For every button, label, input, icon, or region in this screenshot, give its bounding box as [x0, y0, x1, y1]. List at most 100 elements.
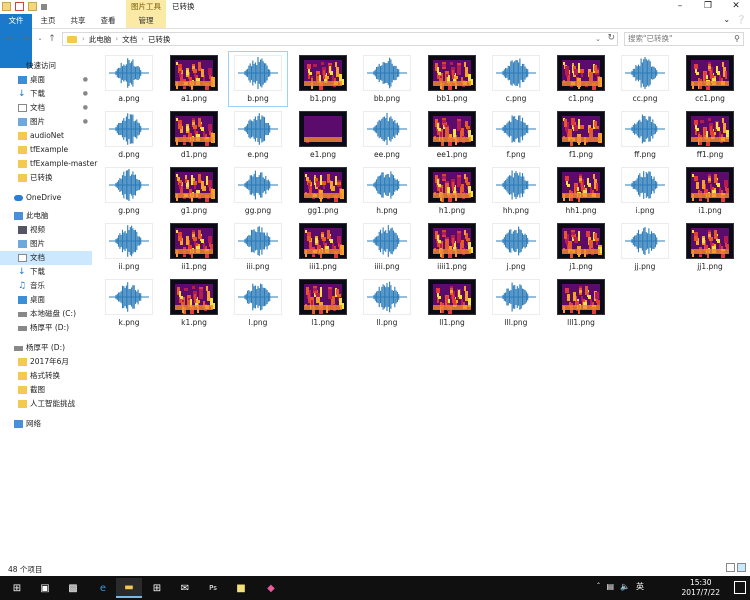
details-view-icon[interactable] [726, 563, 735, 572]
large-icons-view-icon[interactable] [737, 563, 746, 572]
file-item[interactable]: hh1.png [552, 164, 610, 218]
edge-icon[interactable]: e [90, 578, 116, 598]
nav-converted[interactable]: 已转换 [0, 171, 92, 185]
mail-icon[interactable]: ✉ [172, 578, 198, 598]
file-item[interactable]: cc1.png [681, 52, 739, 106]
file-item[interactable]: bb.png [358, 52, 416, 106]
file-item[interactable]: l.png [229, 276, 287, 330]
file-item[interactable]: lll.png [487, 276, 545, 330]
nav-quick-access[interactable]: ★ 快速访问 [0, 59, 92, 73]
address-dropdown-icon[interactable]: ⌄ [595, 33, 601, 46]
file-item[interactable]: lll1.png [552, 276, 610, 330]
minimize-icon[interactable]: – [666, 0, 694, 14]
file-item[interactable]: iiii.png [358, 220, 416, 274]
nav-music[interactable]: ♫ 音乐 [0, 279, 92, 293]
customize-dropdown-icon[interactable] [41, 4, 47, 10]
file-item[interactable]: f1.png [552, 108, 610, 162]
file-item[interactable]: b.png [228, 51, 288, 107]
file-item[interactable]: k1.png [165, 276, 223, 330]
nav-network[interactable]: 网络 [0, 417, 92, 431]
paint-icon[interactable]: ◆ [258, 578, 284, 598]
file-item[interactable]: jj1.png [681, 220, 739, 274]
notification-icon[interactable] [734, 581, 746, 594]
breadcrumb-converted[interactable]: 已转换 [148, 34, 171, 45]
file-item[interactable]: a1.png [165, 52, 223, 106]
nav-downloads[interactable]: ↓ 下载 ● [0, 87, 92, 101]
file-item[interactable]: iii.png [229, 220, 287, 274]
notes-icon[interactable]: ■ [228, 578, 254, 598]
nav-pictures[interactable]: 图片 ● [0, 115, 92, 129]
file-item[interactable]: iiii1.png [423, 220, 481, 274]
nav-drive-c[interactable]: 本地磁盘 (C:) [0, 307, 92, 321]
tab-home[interactable]: 主页 [34, 14, 62, 28]
nav-tfexample-master[interactable]: tfExample-master [0, 157, 97, 171]
file-item[interactable]: ii1.png [165, 220, 223, 274]
file-item[interactable]: ii.png [100, 220, 158, 274]
nav-format-convert[interactable]: 格式转换 [0, 369, 92, 383]
file-item[interactable]: c1.png [552, 52, 610, 106]
forward-icon[interactable]: → [20, 32, 32, 46]
nav-documents[interactable]: 文档 ● [0, 101, 92, 115]
file-item[interactable]: a.png [100, 52, 158, 106]
file-item[interactable]: j1.png [552, 220, 610, 274]
file-item[interactable]: gg1.png [294, 164, 352, 218]
tab-share[interactable]: 共享 [64, 14, 92, 28]
clock[interactable]: 15:30 2017/7/22 [682, 578, 720, 598]
tab-view[interactable]: 查看 [94, 14, 122, 28]
file-item[interactable]: ll.png [358, 276, 416, 330]
nav-pc-desktop[interactable]: 桌面 [0, 293, 92, 307]
file-item[interactable]: cc.png [616, 52, 674, 106]
file-item[interactable]: ff.png [616, 108, 674, 162]
nav-this-pc[interactable]: 此电脑 [0, 209, 92, 223]
file-item[interactable]: jj.png [616, 220, 674, 274]
nav-pc-downloads[interactable]: ↓ 下载 [0, 265, 92, 279]
file-item[interactable]: g.png [100, 164, 158, 218]
file-item[interactable]: e.png [229, 108, 287, 162]
file-item[interactable]: c.png [487, 52, 545, 106]
file-item[interactable]: h.png [358, 164, 416, 218]
nav-videos[interactable]: 视频 [0, 223, 92, 237]
file-item[interactable]: hh.png [487, 164, 545, 218]
up-icon[interactable]: ↑ [46, 32, 58, 46]
file-item[interactable]: e1.png [294, 108, 352, 162]
file-item[interactable]: d.png [100, 108, 158, 162]
file-item[interactable]: l1.png [294, 276, 352, 330]
properties-icon[interactable] [15, 2, 24, 11]
nav-drive-d[interactable]: 杨厚平 (D:) [0, 321, 92, 335]
breadcrumb-this-pc[interactable]: 此电脑 [89, 34, 112, 45]
file-item[interactable]: ee1.png [423, 108, 481, 162]
recent-dropdown-icon[interactable]: ⌄ [34, 32, 46, 46]
refresh-icon[interactable]: ↻ [607, 33, 615, 43]
ime-indicator[interactable]: 英 [636, 581, 644, 592]
address-bar[interactable]: › 此电脑 › 文档 › 已转换 ⌄ ↻ [62, 32, 618, 46]
file-item[interactable]: ee.png [358, 108, 416, 162]
close-icon[interactable]: ✕ [722, 0, 750, 14]
file-item[interactable]: i.png [616, 164, 674, 218]
file-item[interactable]: ff1.png [681, 108, 739, 162]
network-tray-icon[interactable]: ▤ [606, 582, 614, 591]
file-item[interactable]: f.png [487, 108, 545, 162]
file-item[interactable]: h1.png [423, 164, 481, 218]
windows-icon[interactable]: ⊞ [4, 578, 30, 598]
nav-onedrive[interactable]: OneDrive [0, 191, 92, 205]
file-item[interactable]: i1.png [681, 164, 739, 218]
store-icon[interactable]: ⊞ [144, 578, 170, 598]
file-item[interactable]: bb1.png [423, 52, 481, 106]
back-icon[interactable]: ← [4, 32, 16, 46]
file-item[interactable]: j.png [487, 220, 545, 274]
file-item[interactable]: d1.png [165, 108, 223, 162]
nav-pc-documents[interactable]: 文档 [0, 251, 92, 265]
nav-june-2017[interactable]: 2017年6月 [0, 355, 92, 369]
task-view-icon[interactable]: ▣ [32, 578, 58, 598]
nav-screenshots[interactable]: 截图 [0, 383, 92, 397]
file-item[interactable]: ll1.png [423, 276, 481, 330]
chevron-down-icon[interactable]: ⌄ [723, 15, 730, 24]
nav-desktop[interactable]: 桌面 ● [0, 73, 92, 87]
file-item[interactable]: k.png [100, 276, 158, 330]
file-item[interactable]: b1.png [294, 52, 352, 106]
maximize-icon[interactable]: ❐ [694, 0, 722, 14]
nav-drive-d-root[interactable]: 杨厚平 (D:) [0, 341, 92, 355]
tab-manage[interactable]: 管理 [126, 14, 166, 28]
folder-icon[interactable] [2, 2, 11, 11]
new-folder-icon[interactable] [28, 2, 37, 11]
